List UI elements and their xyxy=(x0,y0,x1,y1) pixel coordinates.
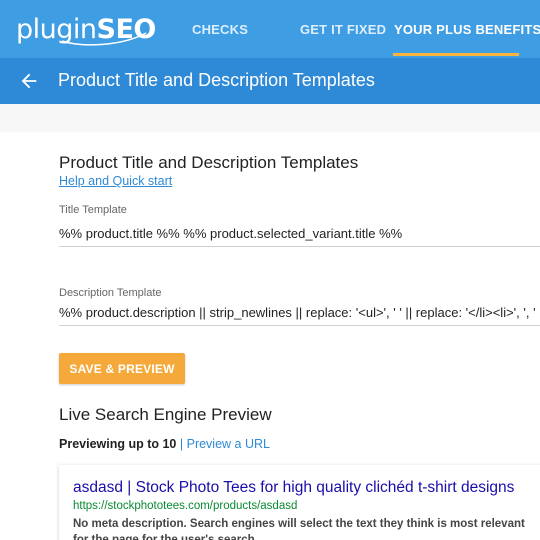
title-template-input[interactable]: %% product.title %% %% product.selected_… xyxy=(59,225,540,247)
preview-url-link[interactable]: Preview a URL xyxy=(187,437,270,451)
serp-result-description: No meta description. Search engines will… xyxy=(73,518,525,540)
save-preview-button[interactable]: SAVE & PREVIEW xyxy=(59,353,185,384)
title-template-label: Title Template xyxy=(59,204,127,216)
nav-link-your-plus-benefits[interactable]: YOUR PLUS BENEFITS xyxy=(394,22,540,37)
serp-result-title[interactable]: asdasd | Stock Photo Tees for high quali… xyxy=(73,479,514,497)
live-preview-heading: Live Search Engine Preview xyxy=(59,405,272,424)
serp-result-url: https://stockphototees.com/products/asda… xyxy=(73,500,298,512)
page-title-bar: Product Title and Description Templates xyxy=(0,58,540,104)
search-result-preview-card: asdasd | Stock Photo Tees for high quali… xyxy=(59,465,540,540)
active-tab-indicator xyxy=(393,53,519,56)
page-title: Product Title and Description Templates xyxy=(58,70,375,90)
preview-controls: Previewing up to 10 | Preview a URL xyxy=(59,437,270,451)
logo-swoosh-icon xyxy=(61,32,147,46)
description-template-label: Description Template xyxy=(59,287,162,299)
help-quickstart-link[interactable]: Help and Quick start xyxy=(59,174,172,188)
previewing-count-label: Previewing up to 10 xyxy=(59,437,177,451)
top-navbar: plugin SEO CHECKS GET IT FIXED YOUR PLUS … xyxy=(0,0,540,58)
preview-separator: | xyxy=(179,437,184,451)
section-heading: Product Title and Description Templates xyxy=(59,153,359,172)
description-template-input[interactable]: %% product.description || strip_newlines… xyxy=(59,304,540,326)
arrow-left-icon[interactable] xyxy=(18,70,40,92)
nav-link-get-it-fixed[interactable]: GET IT FIXED xyxy=(300,22,386,37)
nav-link-checks[interactable]: CHECKS xyxy=(192,22,248,37)
content-top-spacer xyxy=(0,104,540,132)
